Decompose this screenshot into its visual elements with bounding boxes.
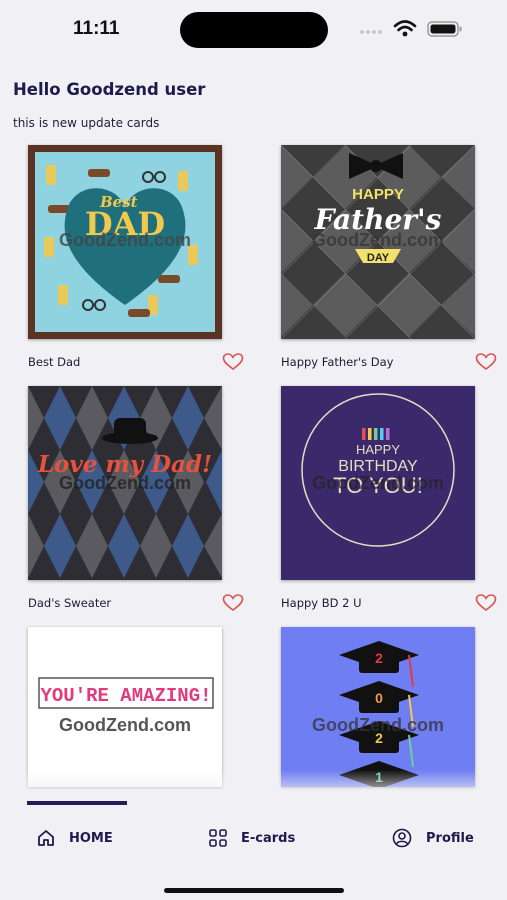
card-dads-sweater[interactable]: Love my Dad! GoodZend.com Dad's Sweater xyxy=(28,386,244,616)
card-image[interactable]: Love my Dad! GoodZend.com xyxy=(28,386,222,580)
card-image[interactable]: HAPPY BIRTHDAY TO YOU! GoodZend.com xyxy=(281,386,475,580)
watermark: GoodZend.com xyxy=(312,230,444,250)
signal-icon xyxy=(360,30,382,34)
card-title: Happy Father's Day xyxy=(281,355,394,369)
card-best-dad[interactable]: Best DAD GoodZend.com Best Dad xyxy=(28,145,244,375)
watermark: GoodZend.com xyxy=(59,473,191,493)
heart-outline-icon[interactable] xyxy=(222,594,244,612)
watermark: GoodZend.com xyxy=(312,715,444,735)
bottom-nav: HOME E-cards Profile xyxy=(0,790,507,900)
card-art-digit: 0 xyxy=(375,690,383,706)
card-art-text: DAY xyxy=(367,252,390,264)
card-art-digit: 2 xyxy=(375,650,383,666)
tab-home[interactable]: HOME xyxy=(37,826,113,850)
wifi-icon xyxy=(393,20,417,32)
battery-icon xyxy=(427,21,462,37)
card-image[interactable]: HAPPY Father's DAY GoodZend.com xyxy=(281,145,475,339)
card-happy-fathers-day[interactable]: HAPPY Father's DAY GoodZend.com Happy Fa… xyxy=(281,145,497,375)
profile-icon xyxy=(392,828,412,848)
heart-outline-icon[interactable] xyxy=(475,594,497,612)
status-time: 11:11 xyxy=(73,18,120,39)
watermark: GoodZend.com xyxy=(312,473,444,493)
card-art-text: YOU'RE AMAZING! xyxy=(40,685,211,707)
heart-outline-icon[interactable] xyxy=(222,353,244,371)
greeting-heading: Hello Goodzend user xyxy=(13,80,206,99)
card-image[interactable]: YOU'RE AMAZING! GoodZend.com xyxy=(28,627,222,787)
active-tab-indicator xyxy=(27,801,127,805)
status-bar: 11:11 xyxy=(0,0,507,60)
tab-home-label: HOME xyxy=(69,830,113,846)
card-youre-amazing[interactable]: YOU'RE AMAZING! GoodZend.com xyxy=(28,627,244,787)
card-title: Dad's Sweater xyxy=(28,596,112,610)
tab-ecards[interactable]: E-cards xyxy=(209,826,295,850)
grid-icon xyxy=(209,829,227,847)
card-title: Best Dad xyxy=(28,355,81,369)
tab-profile-label: Profile xyxy=(426,830,474,846)
card-graduation[interactable]: 2 0 2 1 GoodZend.com xyxy=(281,627,497,787)
watermark: GoodZend.com xyxy=(59,230,191,250)
card-art-text: HAPPY xyxy=(356,442,400,457)
card-happy-bd-2-u[interactable]: HAPPY BIRTHDAY TO YOU! GoodZend.com Happ… xyxy=(281,386,497,616)
tab-ecards-label: E-cards xyxy=(241,830,296,846)
card-image[interactable]: 2 0 2 1 GoodZend.com xyxy=(281,627,475,787)
tab-profile[interactable]: Profile xyxy=(392,826,474,850)
status-icons xyxy=(360,20,462,37)
home-icon xyxy=(38,830,54,846)
dynamic-island xyxy=(180,12,328,48)
home-indicator xyxy=(164,888,344,893)
heart-outline-icon[interactable] xyxy=(475,353,497,371)
section-subtitle: this is new update cards xyxy=(13,116,160,130)
card-art-text: HAPPY xyxy=(352,186,404,203)
card-image[interactable]: Best DAD GoodZend.com xyxy=(28,145,222,339)
card-title: Happy BD 2 U xyxy=(281,596,362,610)
watermark: GoodZend.com xyxy=(59,715,191,735)
